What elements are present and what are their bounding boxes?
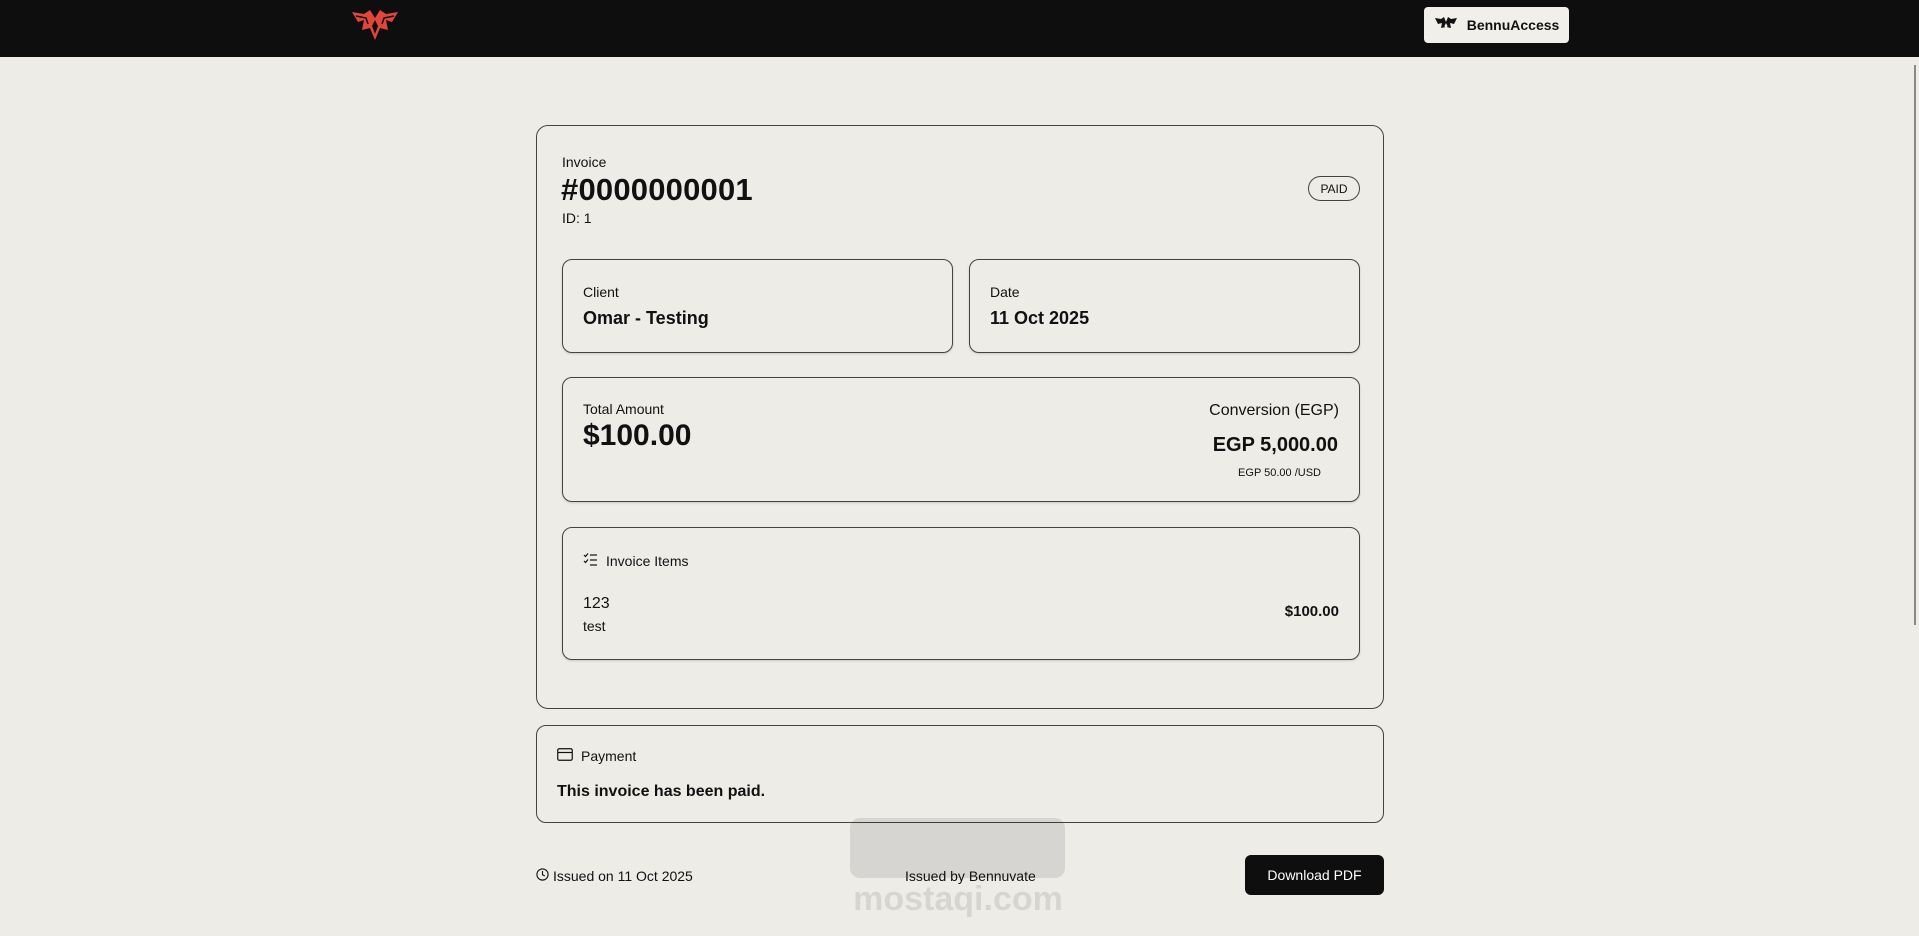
date-card: Date 11 Oct 2025 (969, 259, 1360, 353)
invoice-items-card: Invoice Items 123 test $100.00 (562, 527, 1360, 660)
issued-by: Issued by Bennuvate (905, 868, 1036, 884)
invoice-card: Invoice #0000000001 ID: 1 PAID Client Om… (536, 125, 1384, 709)
payment-message: This invoice has been paid. (557, 783, 766, 800)
phoenix-logo-icon[interactable] (350, 8, 400, 44)
client-card: Client Omar - Testing (562, 259, 953, 353)
status-badge: PAID (1308, 176, 1360, 201)
invoice-label: Invoice (562, 154, 607, 170)
list-check-icon (583, 552, 598, 570)
conversion-value: EGP 5,000.00 (1212, 434, 1338, 456)
payment-title: Payment (581, 748, 637, 764)
date-value: 11 Oct 2025 (990, 308, 1090, 328)
conversion-rate: EGP 50.00 /USD (1238, 467, 1321, 479)
invoice-number: #0000000001 (561, 172, 753, 207)
phoenix-mark-icon (1434, 16, 1458, 35)
date-label: Date (990, 284, 1020, 300)
invoice-id: ID: 1 (562, 210, 592, 226)
issued-date: Issued on 11 Oct 2025 (536, 868, 693, 884)
item-name: 123 (583, 595, 610, 612)
client-label: Client (583, 284, 619, 300)
amount-card: Total Amount $100.00 Conversion (EGP) EG… (562, 377, 1360, 502)
bennuaccess-button[interactable]: BennuAccess (1424, 7, 1569, 43)
clock-icon (536, 868, 549, 884)
total-amount-value: $100.00 (583, 419, 692, 452)
download-pdf-button[interactable]: Download PDF (1245, 855, 1384, 895)
conversion-label: Conversion (EGP) (1209, 402, 1339, 419)
invoice-items-header: Invoice Items (583, 552, 688, 570)
scrollbar-thumb[interactable] (1914, 65, 1916, 625)
issued-date-text: Issued on 11 Oct 2025 (553, 868, 693, 884)
top-navigation-bar: BennuAccess (0, 0, 1919, 57)
invoice-items-title: Invoice Items (606, 553, 689, 569)
watermark-text: mostaqi.com (853, 880, 1063, 918)
payment-card: Payment This invoice has been paid. (536, 725, 1384, 823)
item-description: test (583, 618, 606, 634)
bennuaccess-label: BennuAccess (1466, 17, 1560, 33)
credit-card-icon (557, 748, 573, 764)
total-amount-label: Total Amount (583, 401, 664, 417)
item-price: $100.00 (1284, 603, 1339, 620)
watermark: mostaqi.com (838, 810, 1078, 920)
payment-header: Payment (557, 748, 636, 764)
page-scrollbar[interactable] (1907, 57, 1919, 936)
client-value: Omar - Testing (583, 308, 709, 328)
